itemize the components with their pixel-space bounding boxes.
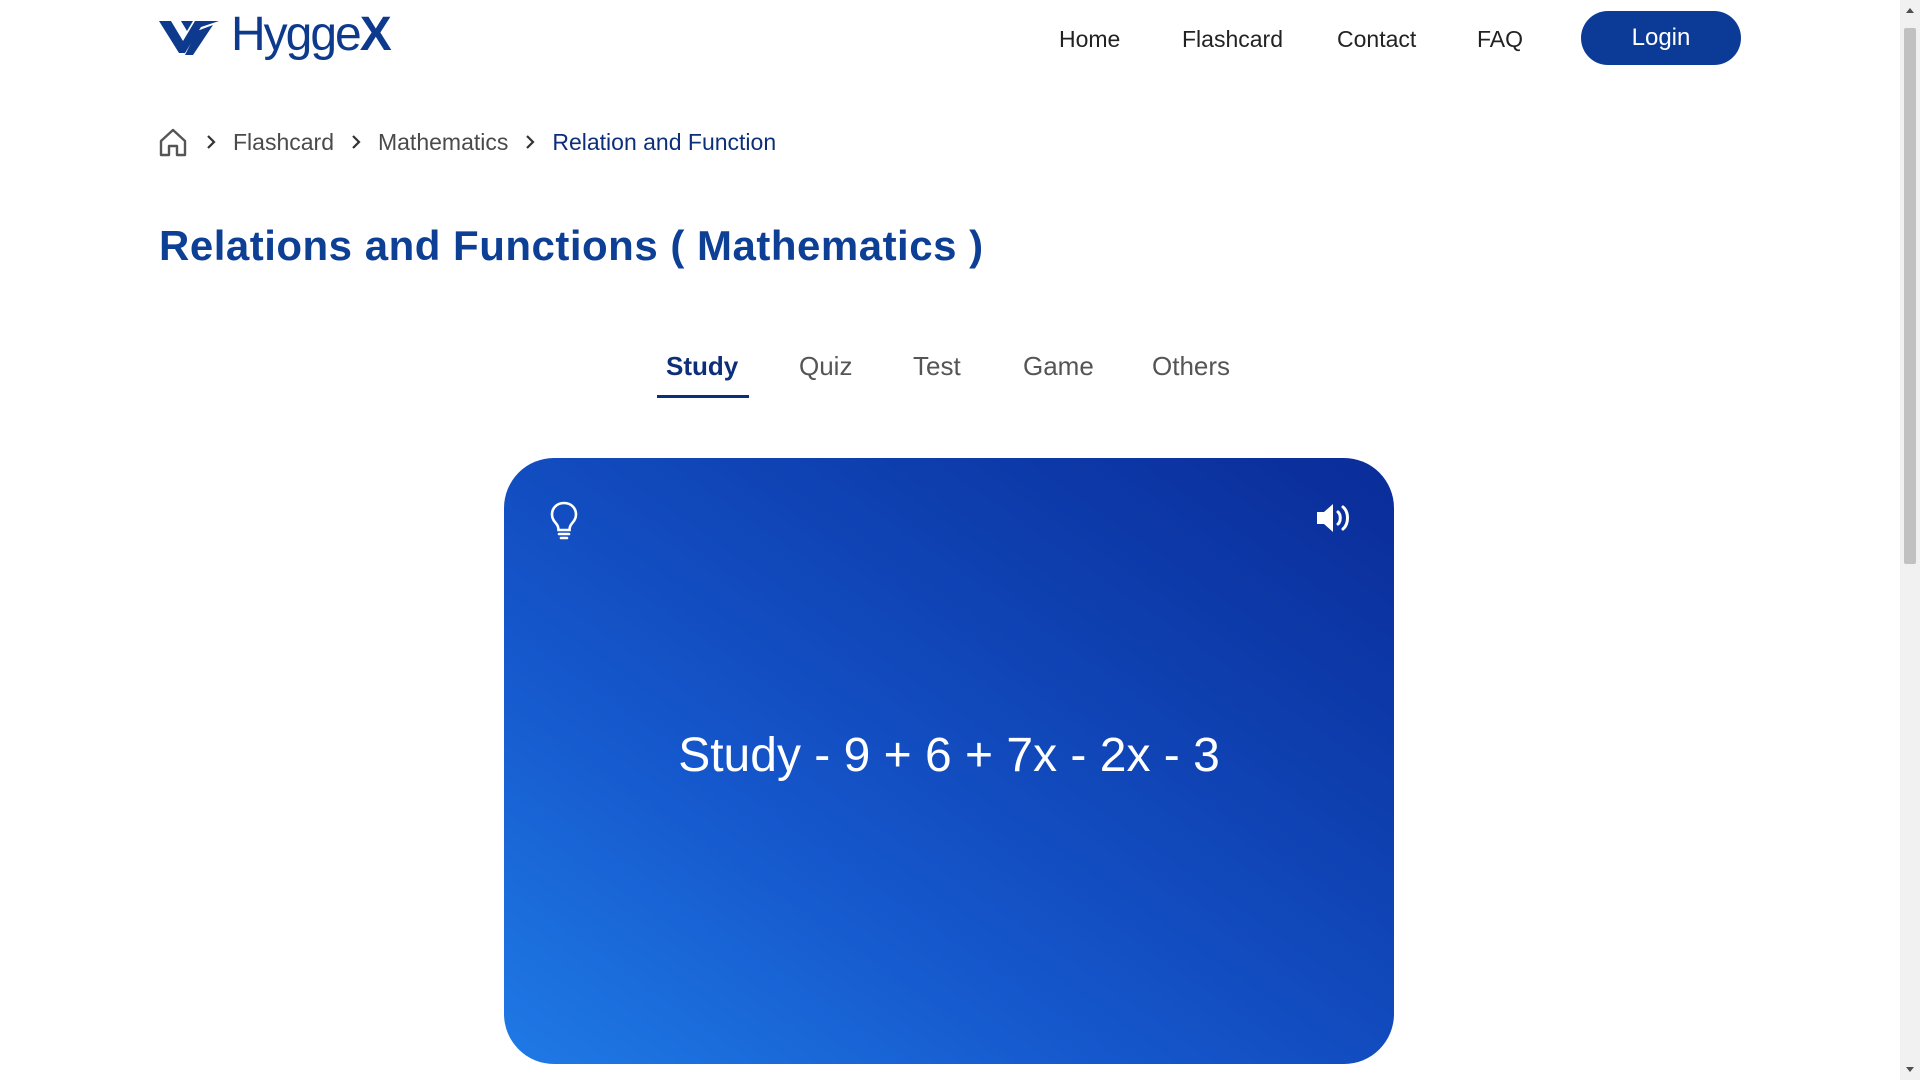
breadcrumb: Flashcard Mathematics Relation and Funct…	[157, 124, 776, 160]
hint-button[interactable]	[540, 496, 588, 544]
nav-contact[interactable]: Contact	[1337, 26, 1416, 53]
tab-quiz[interactable]: Quiz	[799, 351, 852, 382]
tab-game[interactable]: Game	[1023, 351, 1094, 382]
tab-test[interactable]: Test	[913, 351, 961, 382]
breadcrumb-current: Relation and Function	[552, 128, 777, 155]
login-button[interactable]: Login	[1581, 11, 1741, 65]
nav-flashcard[interactable]: Flashcard	[1182, 26, 1283, 53]
scroll-down-arrow-icon[interactable]	[1900, 1060, 1920, 1080]
sound-button[interactable]	[1310, 494, 1358, 542]
scroll-up-arrow-icon[interactable]	[1900, 0, 1920, 20]
active-tab-indicator	[657, 395, 749, 398]
home-icon	[159, 128, 187, 157]
chevron-right-icon	[524, 134, 536, 150]
page: HyggeX Home Flashcard Contact FAQ Login …	[0, 0, 1920, 1080]
chevron-right-icon	[205, 134, 217, 150]
nav-home[interactable]: Home	[1059, 26, 1120, 53]
vertical-scrollbar[interactable]	[1900, 0, 1920, 1080]
breadcrumb-flashcard[interactable]: Flashcard	[233, 129, 334, 156]
mode-tabs: Study Quiz Test Game Others	[0, 345, 1900, 401]
tab-others[interactable]: Others	[1152, 351, 1230, 382]
page-title: Relations and Functions ( Mathematics )	[159, 222, 984, 269]
lightbulb-icon	[550, 501, 578, 540]
tab-study[interactable]: Study	[666, 351, 738, 382]
scrollbar-thumb[interactable]	[1904, 28, 1916, 564]
flashcard-text: Study - 9 + 6 + 7x - 2x - 3	[678, 729, 1220, 782]
header: HyggeX Home Flashcard Contact FAQ Login	[0, 0, 1900, 80]
nav-faq[interactable]: FAQ	[1477, 26, 1523, 53]
breadcrumb-mathematics[interactable]: Mathematics	[378, 129, 508, 156]
flashcard[interactable]: Study - 9 + 6 + 7x - 2x - 3	[504, 458, 1394, 1064]
breadcrumb-home[interactable]	[157, 126, 189, 158]
speaker-icon	[1317, 504, 1349, 532]
chevron-right-icon	[350, 134, 362, 150]
